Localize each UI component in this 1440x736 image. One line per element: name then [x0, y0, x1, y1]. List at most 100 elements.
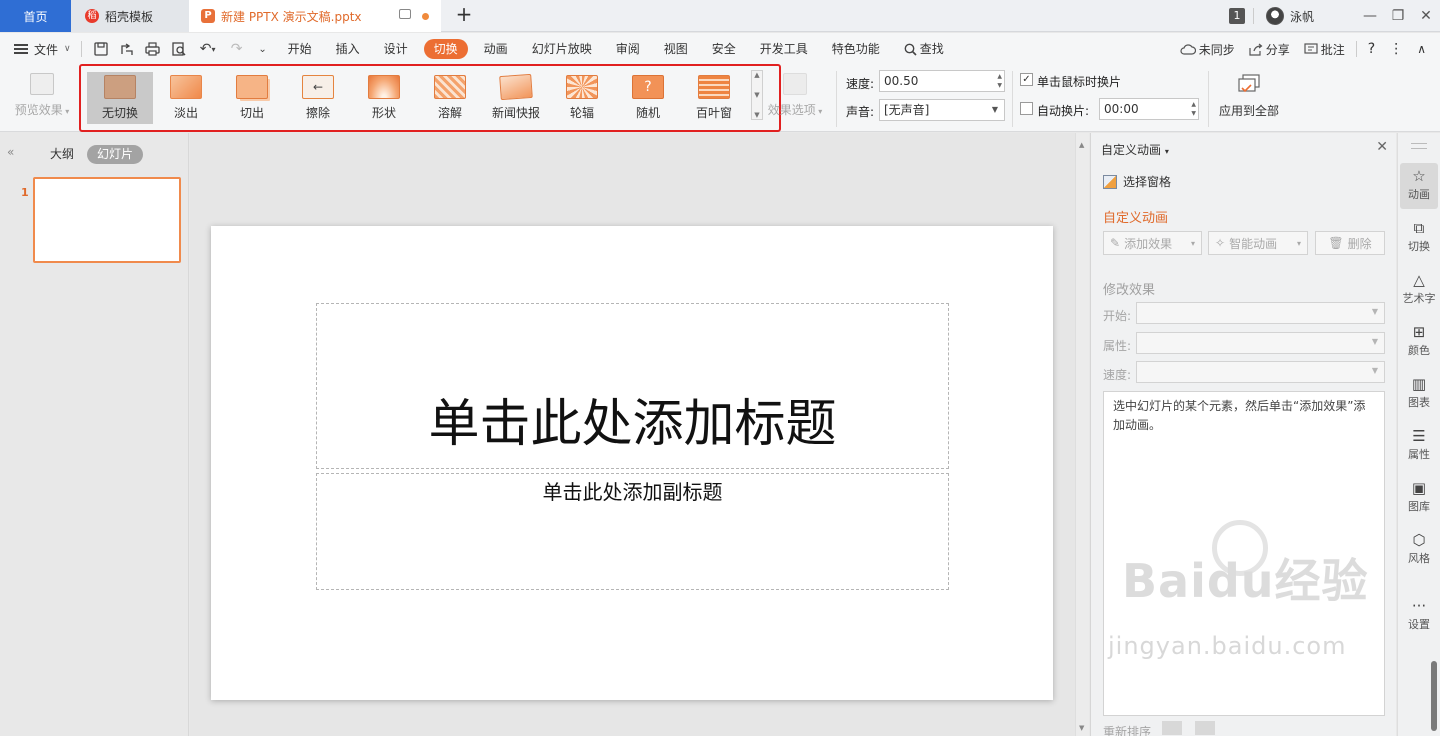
transition-wheel[interactable]: 轮辐 [549, 72, 615, 124]
tab-animation[interactable]: 动画 [472, 39, 520, 59]
print-icon[interactable] [142, 38, 164, 60]
window-pin-icon[interactable] [399, 9, 411, 19]
property-select[interactable]: ▼ [1136, 332, 1385, 354]
search-label: 查找 [919, 42, 944, 56]
new-tab-button[interactable]: + [452, 3, 476, 27]
customize-toolbar-icon[interactable]: ⌄ [252, 38, 274, 60]
comment-button[interactable]: 批注 [1297, 41, 1352, 58]
sync-button[interactable]: 未同步 [1173, 41, 1242, 58]
transition-none[interactable]: 无切换 [87, 72, 153, 124]
animation-hint-text: 选中幻灯片的某个元素，然后单击“添加效果”添加动画。 [1113, 399, 1366, 432]
slide-canvas[interactable]: 单击此处添加标题 单击此处添加副标题 [211, 226, 1053, 700]
user-avatar[interactable] [1265, 7, 1284, 25]
user-name[interactable]: 泳帆 [1290, 8, 1314, 25]
tab-document[interactable]: P 新建 PPTX 演示文稿.pptx [189, 0, 441, 32]
add-effect-button[interactable]: ✎ 添加效果 ▾ [1103, 231, 1202, 255]
close-icon[interactable]: ✕ [1376, 139, 1388, 155]
restore-button[interactable]: ❐ [1384, 0, 1412, 32]
share-button[interactable]: 分享 [1242, 41, 1297, 58]
sound-select[interactable]: [无声音] ▼ [879, 99, 1005, 121]
animation-list-box[interactable]: 选中幻灯片的某个元素，然后单击“添加效果”添加动画。 Baidu经验 jingy… [1103, 391, 1385, 716]
window-count-badge[interactable]: 1 [1228, 8, 1245, 24]
apply-to-all-button[interactable]: 应用到全部 [1214, 73, 1284, 119]
gallery-scrollbar[interactable]: ▲ ▼ ▼ [751, 70, 763, 120]
close-button[interactable]: ✕ [1412, 0, 1440, 32]
output-icon[interactable] [116, 38, 138, 60]
more-icon[interactable]: ⋮ [1382, 41, 1410, 57]
tab-outline[interactable]: 大纲 [40, 145, 84, 164]
sidebar-item-gallery[interactable]: ▣ 图库 [1400, 475, 1438, 521]
tab-view[interactable]: 视图 [652, 39, 700, 59]
tab-transition[interactable]: 切换 [423, 39, 468, 59]
subtitle-placeholder[interactable]: 单击此处添加副标题 [316, 473, 949, 590]
spinner-arrows-icon[interactable]: ▲ ▼ [1191, 100, 1196, 118]
sidebar-item-color[interactable]: ⊞ 颜色 [1400, 319, 1438, 365]
start-select[interactable]: ▼ [1136, 302, 1385, 324]
help-icon[interactable]: ? [1361, 41, 1382, 57]
sidebar-item-chart[interactable]: ▥ 图表 [1400, 371, 1438, 417]
auto-advance-checkbox[interactable] [1020, 102, 1033, 115]
custom-animation-pane: 自定义动画 ▾ ✕ 选择窗格 自定义动画 ✎ 添加效果 ▾ ✧ 智能动画 ▾ 🗑… [1090, 133, 1396, 736]
save-icon[interactable] [90, 38, 112, 60]
sidebar-handle[interactable] [1411, 143, 1427, 149]
sidebar-item-transition[interactable]: ⧉ 切换 [1400, 215, 1438, 261]
delete-button[interactable]: 🗑 删除 [1315, 231, 1385, 255]
tab-insert[interactable]: 插入 [324, 39, 372, 59]
sidebar-item-style[interactable]: ⬡ 风格 [1400, 527, 1438, 573]
tab-design[interactable]: 设计 [372, 39, 420, 59]
scroll-down-icon[interactable]: ▼ [754, 91, 759, 99]
print-preview-icon[interactable] [168, 38, 190, 60]
tab-developer[interactable]: 开发工具 [748, 39, 820, 59]
tab-template[interactable]: 稻 稻壳模板 [71, 0, 189, 32]
speed-select[interactable]: ▼ [1136, 361, 1385, 383]
transition-cut[interactable]: 切出 [219, 72, 285, 124]
tab-special[interactable]: 特色功能 [820, 39, 892, 59]
file-menu[interactable]: 文件 ∨ [0, 33, 81, 65]
pane-header[interactable]: 自定义动画 ▾ [1101, 141, 1169, 158]
daoke-logo-icon: 稻 [85, 9, 99, 23]
collapse-panel-icon[interactable]: « [7, 145, 14, 159]
move-down-icon[interactable] [1195, 721, 1215, 735]
canvas-scrollbar[interactable]: ▲ ▼ [1075, 133, 1089, 736]
scroll-up-icon[interactable]: ▲ [754, 71, 759, 79]
transition-fade[interactable]: 淡出 [153, 72, 219, 124]
scroll-down-icon[interactable]: ▼ [1079, 724, 1084, 732]
transition-random[interactable]: ? 随机 [615, 72, 681, 124]
tab-security[interactable]: 安全 [700, 39, 748, 59]
transition-wipe[interactable]: ← 擦除 [285, 72, 351, 124]
sidebar-item-properties[interactable]: ☰ 属性 [1400, 423, 1438, 469]
move-up-icon[interactable] [1162, 721, 1182, 735]
transition-dissolve[interactable]: 溶解 [417, 72, 483, 124]
title-placeholder[interactable]: 单击此处添加标题 [316, 303, 949, 469]
minimize-button[interactable]: — [1356, 0, 1384, 32]
sidebar-item-animation[interactable]: ☆ 动画 [1400, 163, 1438, 209]
sidebar-scroll-thumb[interactable] [1431, 661, 1437, 731]
tab-slideshow[interactable]: 幻灯片放映 [520, 39, 604, 59]
collapse-ribbon-icon[interactable]: ∧ [1410, 42, 1440, 56]
speed-input[interactable]: 00.50 ▲ ▼ [879, 70, 1005, 92]
sidebar-item-wordart[interactable]: △ 艺术字 [1400, 267, 1438, 313]
tab-review[interactable]: 审阅 [604, 39, 652, 59]
undo-icon[interactable]: ↶ ▾ [194, 38, 222, 60]
click-advance-checkbox[interactable]: ✓ [1020, 73, 1033, 86]
effect-options-button[interactable]: 效果选项 ▾ [764, 73, 826, 118]
spinner-arrows-icon[interactable]: ▲ ▼ [997, 72, 1002, 90]
slide-thumbnail[interactable] [33, 177, 181, 263]
tab-slides[interactable]: 幻灯片 [87, 145, 144, 164]
transition-newsflash[interactable]: 新闻快报 [483, 72, 549, 124]
search-icon [904, 43, 917, 56]
redo-icon[interactable]: ↷ [226, 38, 248, 60]
selection-pane-button[interactable]: 选择窗格 [1103, 173, 1171, 190]
tab-start[interactable]: 开始 [276, 39, 324, 59]
search-command[interactable]: 查找 [892, 39, 956, 59]
expand-gallery-icon[interactable]: ▼ [754, 111, 759, 119]
transition-shape[interactable]: 形状 [351, 72, 417, 124]
smart-animation-button[interactable]: ✧ 智能动画 ▾ [1208, 231, 1308, 255]
scroll-up-icon[interactable]: ▲ [1079, 141, 1084, 149]
preview-effect-button[interactable]: 预览效果 ▾ [12, 73, 72, 118]
auto-advance-time-input[interactable]: 00:00 ▲ ▼ [1099, 98, 1199, 120]
sidebar-item-settings[interactable]: ··· 设置 [1400, 593, 1438, 639]
transition-blinds[interactable]: 百叶窗 [681, 72, 747, 124]
tab-home[interactable]: 首页 [0, 0, 71, 32]
transition-gallery-highlight: 无切换 淡出 切出 ← 擦除 形状 溶解 新闻快报 轮辐 ? 随机 百叶窗 ▲ … [79, 64, 781, 132]
